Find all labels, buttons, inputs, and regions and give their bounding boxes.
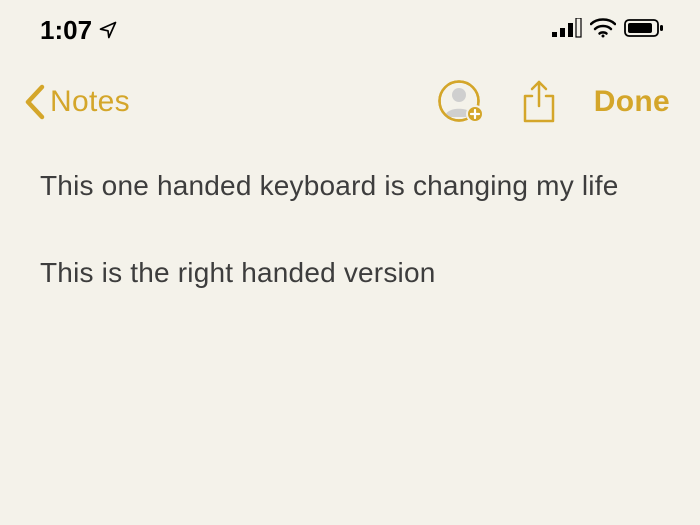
back-button[interactable]: Notes [22, 83, 130, 121]
paragraph-gap [40, 207, 664, 251]
status-time: 1:07 [40, 15, 92, 46]
note-line-2: This is the right handed version [40, 251, 664, 294]
done-button[interactable]: Done [594, 85, 670, 119]
back-label: Notes [50, 85, 130, 119]
status-bar: 1:07 [0, 0, 700, 56]
nav-right: Done [438, 80, 670, 124]
note-body[interactable]: This one handed keyboard is changing my … [0, 142, 700, 295]
status-right [552, 18, 664, 43]
chevron-left-icon [22, 83, 48, 121]
share-icon[interactable] [522, 80, 556, 124]
add-person-icon[interactable] [438, 80, 484, 124]
note-line-1: This one handed keyboard is changing my … [40, 164, 664, 207]
status-left: 1:07 [40, 15, 118, 46]
nav-bar: Notes Done [0, 56, 700, 142]
wifi-icon [590, 18, 616, 43]
location-arrow-icon [98, 20, 118, 40]
battery-icon [624, 18, 664, 43]
cellular-signal-icon [552, 18, 582, 43]
